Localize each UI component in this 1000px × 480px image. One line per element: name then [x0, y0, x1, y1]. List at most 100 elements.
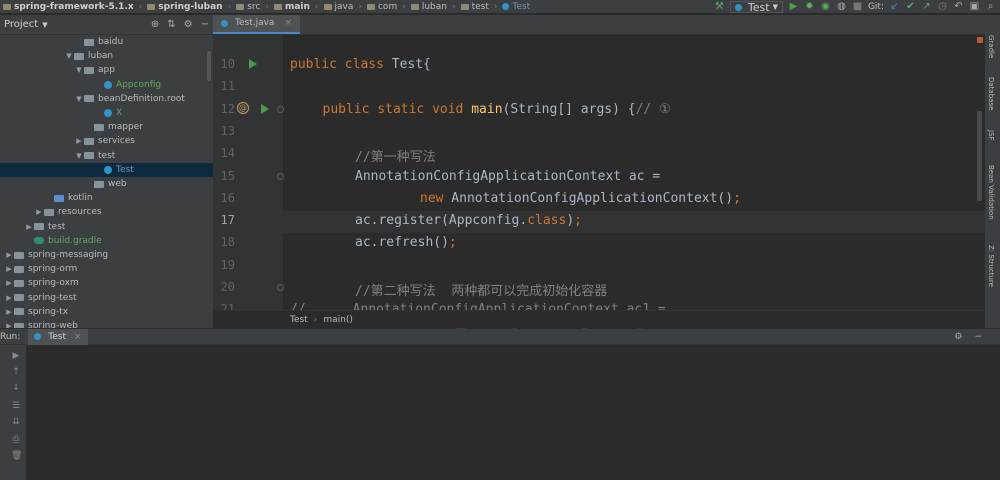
project-scrollbar[interactable] — [207, 51, 211, 81]
tab-test-java[interactable]: Test.java × — [213, 15, 300, 34]
tree-item[interactable]: ▼ test — [0, 149, 213, 163]
project-view-select[interactable]: Project ▼ — [4, 19, 48, 30]
breadcrumb-item[interactable]: test — [458, 2, 492, 12]
fold-icon[interactable] — [277, 284, 284, 291]
coverage-icon[interactable]: ◉ — [820, 2, 831, 13]
breadcrumb-item[interactable]: Test — [499, 2, 533, 12]
search-icon[interactable]: ⌕ — [985, 2, 996, 13]
run-console[interactable] — [26, 345, 1000, 480]
tree-item[interactable]: Appconfig — [0, 78, 213, 92]
print-icon[interactable]: ⎙ — [11, 435, 21, 445]
gear-icon[interactable]: ⚙ — [184, 19, 193, 30]
tree-item[interactable]: mapper — [0, 120, 213, 134]
code-line[interactable]: ac.refresh(); — [290, 235, 457, 250]
stop-icon[interactable]: ■ — [852, 2, 863, 13]
run-gutter-icon[interactable] — [249, 59, 257, 69]
fold-icon[interactable] — [277, 105, 284, 113]
breadcrumb-item[interactable]: main — [271, 2, 313, 12]
target-icon[interactable]: ⊕ — [151, 19, 159, 30]
project-structure-icon[interactable]: ▣ — [969, 2, 980, 13]
breadcrumb-item[interactable]: spring-luban — [144, 2, 225, 12]
run-gutter-icon[interactable] — [261, 103, 269, 114]
tool-window-z-structure[interactable]: Z: Structure — [987, 245, 995, 287]
tree-item[interactable]: kotlin — [0, 191, 213, 205]
breadcrumb-item[interactable]: spring-framework-5.1.x — [0, 2, 137, 12]
tree-item[interactable]: ▶ resources — [0, 205, 213, 219]
error-marker[interactable] — [977, 37, 983, 43]
run-tab-test[interactable]: Test × — [28, 328, 88, 345]
close-icon[interactable]: × — [74, 332, 82, 342]
chevron-right-icon[interactable]: ▶ — [4, 322, 14, 328]
tree-item[interactable]: ▼ luban — [0, 49, 213, 63]
gear-icon[interactable]: ⚙ — [954, 332, 962, 342]
code-line[interactable]: //第二种写法 两种都可以完成初始化容器 — [290, 280, 607, 299]
scroll-to-end-icon[interactable]: ⇊ — [11, 417, 21, 427]
chevron-right-icon[interactable]: ▶ — [34, 208, 44, 216]
chevron-right-icon[interactable]: ▶ — [4, 251, 14, 259]
down-arrow-icon[interactable]: ↓ — [11, 383, 21, 393]
chevron-down-icon[interactable]: ▼ — [74, 152, 84, 160]
git-push-icon[interactable]: ↗ — [921, 2, 932, 13]
tree-item[interactable]: web — [0, 177, 213, 191]
breadcrumb-item[interactable]: com — [364, 2, 400, 12]
debug-icon[interactable]: ✹ — [804, 2, 815, 13]
build-hammer-icon[interactable]: ⚒ — [714, 2, 725, 13]
run-configuration-select[interactable]: Test ▼ — [729, 1, 783, 14]
chevron-right-icon[interactable]: ▶ — [4, 294, 14, 302]
collapse-icon[interactable]: ⇅ — [167, 19, 175, 30]
chevron-right-icon[interactable]: ▶ — [4, 279, 14, 287]
profile-icon[interactable]: ◍ — [836, 2, 847, 13]
tree-item[interactable]: ▶ spring-messaging — [0, 248, 213, 262]
tree-item[interactable]: ▶ services — [0, 134, 213, 148]
tree-item[interactable]: ▶ spring-tx — [0, 305, 213, 319]
tree-item[interactable]: baidu — [0, 35, 213, 49]
chevron-down-icon[interactable]: ▼ — [64, 52, 74, 60]
code-line[interactable]: //第一种写法 — [290, 146, 436, 165]
tree-item[interactable]: build.gradle — [0, 234, 213, 248]
tool-window-gradle[interactable]: Gradle — [987, 35, 995, 58]
rerun-icon[interactable]: ▶ — [11, 351, 21, 361]
code-line[interactable]: AnnotationConfigApplicationContext ac = — [290, 169, 660, 184]
tool-window-database[interactable]: Database — [987, 77, 995, 110]
trash-icon[interactable]: 🗑 — [11, 451, 22, 461]
code-line[interactable]: public class Test{ — [290, 57, 431, 72]
tree-item[interactable]: ▶ spring-test — [0, 291, 213, 305]
editor-crumb-item[interactable]: main() — [323, 315, 353, 325]
breadcrumb-item[interactable]: java — [321, 2, 357, 12]
chevron-right-icon[interactable]: ▶ — [74, 137, 84, 145]
tool-window-bean-validation[interactable]: Bean Validation — [987, 165, 995, 220]
fold-icon[interactable] — [277, 172, 284, 180]
tree-item[interactable]: ▼ app — [0, 63, 213, 77]
minimize-icon[interactable]: − — [974, 332, 982, 342]
code-line[interactable]: new AnnotationConfigApplicationContext()… — [290, 191, 741, 206]
breadcrumb-item[interactable]: src — [233, 2, 263, 12]
git-update-icon[interactable]: ↙ — [889, 2, 900, 13]
tree-item[interactable]: Test — [0, 162, 213, 177]
breadcrumb-item[interactable]: luban — [408, 2, 450, 12]
chevron-right-icon[interactable]: ▶ — [24, 223, 34, 231]
chevron-right-icon[interactable]: ▶ — [4, 308, 14, 316]
editor-crumb-item[interactable]: Test — [290, 315, 308, 325]
code-line[interactable]: ac.register(Appconfig.class); — [290, 213, 582, 228]
minimize-icon[interactable]: − — [201, 19, 209, 30]
run-icon[interactable]: ▶ — [788, 2, 799, 13]
tree-item[interactable]: X — [0, 106, 213, 120]
chevron-right-icon[interactable]: ▶ — [4, 265, 14, 273]
up-arrow-icon[interactable]: ↑ — [11, 367, 21, 377]
wrap-icon[interactable]: ☰ — [11, 401, 21, 411]
history-icon[interactable]: ◷ — [937, 2, 948, 13]
editor-scrollbar[interactable] — [977, 111, 982, 201]
tree-item[interactable]: ▼ beanDefinition.root — [0, 92, 213, 106]
chevron-down-icon[interactable]: ▼ — [74, 66, 84, 74]
rollback-icon[interactable]: ↶ — [953, 2, 964, 13]
tree-item[interactable]: ▶ spring-orm — [0, 262, 213, 276]
code-line[interactable]: public static void main(String[] args) {… — [290, 102, 671, 117]
tree-item[interactable]: ▶ spring-oxm — [0, 276, 213, 290]
tree-item[interactable]: ▶ test — [0, 220, 213, 234]
git-commit-icon[interactable]: ✔ — [905, 2, 916, 13]
tool-window-jsf[interactable]: JSF — [987, 130, 995, 141]
close-icon[interactable]: × — [284, 18, 292, 28]
annotation-icon[interactable]: @ — [237, 101, 249, 114]
tree-item[interactable]: ▶ spring-web — [0, 319, 213, 328]
chevron-down-icon[interactable]: ▼ — [74, 95, 84, 103]
